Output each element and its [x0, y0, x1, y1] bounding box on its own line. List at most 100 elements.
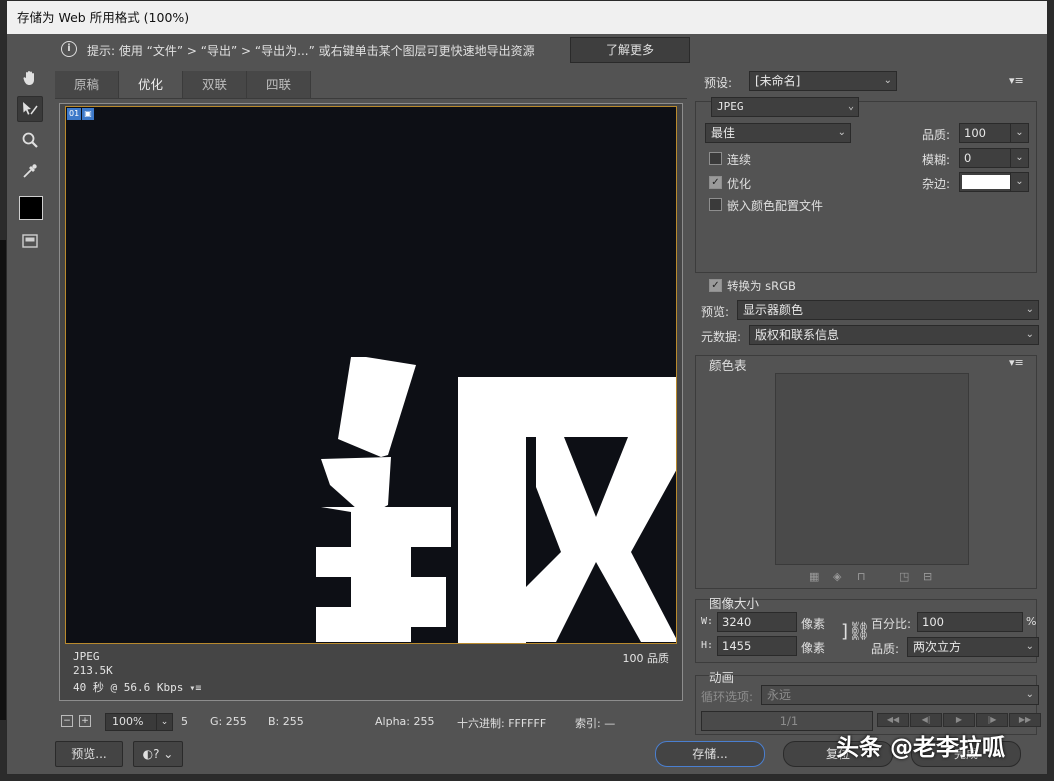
info-bar: i 提示: 使用 “文件” > “导出” > “导出为...” 或右键单击某个图…	[15, 37, 1041, 63]
status-bar: − + 100% ⌄ 5 G: 255 B: 255 Alpha: 255 十六…	[55, 711, 687, 733]
height-field[interactable]: 1455	[717, 636, 797, 656]
next-frame-icon[interactable]: |▶	[976, 713, 1008, 727]
chevron-down-icon: ⌄	[163, 747, 174, 761]
image-preview-canvas[interactable]: 01 ▣	[65, 106, 677, 644]
learn-more-button[interactable]: 了解更多	[570, 37, 690, 63]
info-download-time: 40 秒 @ 56.6 Kbps ▾≡	[73, 681, 202, 694]
chevron-down-icon: ⌄	[1010, 124, 1028, 142]
color-table-title: 颜色表	[709, 358, 747, 373]
watermark: 头条 @老李拉呱	[836, 735, 1006, 761]
info-file-size: 213.5K	[73, 664, 113, 677]
zoom-tool[interactable]	[17, 127, 43, 153]
browser-preview-button[interactable]: ◐? ⌄	[133, 741, 183, 767]
loop-label: 循环选项:	[701, 690, 754, 704]
magnifier-icon	[22, 132, 38, 148]
width-field[interactable]: 3240	[717, 612, 797, 632]
preview-button[interactable]: 预览...	[55, 741, 123, 767]
link-icon[interactable]: ]⛓	[841, 621, 871, 642]
width-label: W:	[701, 616, 714, 627]
info-text: 提示: 使用 “文件” > “导出” > “导出为...” 或右键单击某个图层可…	[87, 44, 535, 58]
preset-select[interactable]: [未命名] ⌄	[749, 71, 897, 91]
chevron-down-icon: ⌄	[1025, 689, 1034, 700]
chevron-down-icon: ⌄	[1010, 149, 1028, 167]
zoom-level-select[interactable]: 100% ⌄	[105, 713, 173, 731]
quality-label: 品质:	[922, 128, 951, 142]
save-button[interactable]: 存储...	[655, 741, 765, 767]
percent-field[interactable]: 100	[917, 612, 1023, 632]
lock-icon[interactable]: ⊓	[857, 571, 871, 583]
chevron-down-icon: ⌄	[1025, 304, 1034, 315]
chevron-down-icon: ⌄	[1025, 329, 1034, 340]
animation-title: 动画	[709, 670, 735, 685]
blur-label: 模糊:	[922, 153, 951, 167]
chevron-down-icon: ⌄	[156, 714, 172, 730]
width-unit: 像素	[801, 617, 826, 631]
first-frame-icon[interactable]: ◀◀	[877, 713, 909, 727]
info-format: JPEG	[73, 650, 100, 663]
metadata-select[interactable]: 版权和联系信息 ⌄	[749, 325, 1039, 345]
slices-icon	[22, 234, 38, 248]
convert-srgb-label: 转换为 sRGB	[727, 279, 796, 293]
format-select[interactable]: JPEG ⌄	[711, 97, 859, 117]
embed-profile-label: 嵌入颜色配置文件	[727, 199, 824, 213]
preset-menu-icon[interactable]: ▾≡	[1009, 74, 1024, 87]
tool-palette	[17, 65, 45, 259]
color-table-menu-icon[interactable]: ▾≡	[1009, 356, 1024, 369]
preview-frame: 01 ▣ JPEG 213.5K 40 秒 @ 56.6 Kbps ▾≡ 100 …	[59, 103, 683, 701]
chevron-down-icon: ⌄	[837, 127, 846, 138]
preview-info: JPEG 213.5K 40 秒 @ 56.6 Kbps ▾≡ 100 品质	[65, 646, 677, 698]
progressive-checkbox[interactable]	[709, 152, 722, 165]
tab-optimized[interactable]: 优化	[119, 71, 183, 99]
eyedropper-color-swatch[interactable]	[19, 196, 43, 220]
status-r: 5	[181, 715, 188, 728]
compression-select[interactable]: 最佳 ⌄	[705, 123, 851, 143]
chevron-down-icon: ⌄	[1025, 641, 1034, 652]
optimized-checkbox[interactable]: ✓	[709, 176, 722, 189]
embed-profile-checkbox[interactable]	[709, 198, 722, 211]
animation-controls: ◀◀ ◀| ▶ |▶ ▶▶	[877, 713, 1042, 727]
save-for-web-dialog: 存储为 Web 所用格式 (100%) i 提示: 使用 “文件” > “导出”…	[6, 0, 1048, 775]
matte-select[interactable]: ⌄	[959, 172, 1029, 192]
optimized-label: 优化	[727, 177, 752, 191]
image-icon: ▣	[82, 108, 94, 120]
resample-select[interactable]: 两次立方 ⌄	[907, 637, 1039, 657]
eyedropper-tool[interactable]	[17, 158, 43, 184]
web-snap-icon[interactable]: ▦	[809, 571, 823, 583]
matte-label: 杂边:	[922, 177, 951, 191]
status-b: B: 255	[268, 715, 304, 728]
percent-unit: %	[1026, 615, 1037, 628]
preview-color-select[interactable]: 显示器颜色 ⌄	[737, 300, 1039, 320]
last-frame-icon[interactable]: ▶▶	[1009, 713, 1041, 727]
tab-2-up[interactable]: 双联	[183, 71, 247, 99]
prev-frame-icon[interactable]: ◀|	[910, 713, 942, 727]
cube-icon[interactable]: ◈	[833, 571, 847, 583]
status-index: 索引: —	[575, 717, 616, 730]
hand-icon	[23, 71, 34, 85]
convert-srgb-checkbox[interactable]: ✓	[709, 279, 722, 292]
zoom-out-button[interactable]: −	[61, 715, 73, 727]
slice-number: 01	[67, 108, 82, 120]
loop-select[interactable]: 永远 ⌄	[761, 685, 1039, 705]
status-alpha: Alpha: 255	[375, 715, 435, 728]
preset-label: 预设:	[704, 76, 733, 90]
tab-4-up[interactable]: 四联	[247, 71, 311, 99]
matte-color-swatch	[962, 175, 1010, 189]
zoom-in-button[interactable]: +	[79, 715, 91, 727]
slice-select-tool[interactable]	[17, 96, 43, 122]
hand-tool[interactable]	[17, 65, 43, 91]
play-icon[interactable]: ▶	[943, 713, 975, 727]
menu-icon[interactable]: ▾≡	[189, 683, 201, 694]
tab-original[interactable]: 原稿	[55, 71, 119, 99]
quality-field[interactable]: 100 ⌄	[959, 123, 1029, 143]
blur-field[interactable]: 0 ⌄	[959, 148, 1029, 168]
new-color-icon[interactable]: ◳	[899, 571, 913, 583]
trash-icon[interactable]: ⊟	[923, 571, 937, 583]
color-table[interactable]	[775, 373, 969, 565]
info-icon: i	[61, 41, 77, 57]
preview-label: 预览:	[701, 305, 730, 319]
metadata-label: 元数据:	[701, 330, 742, 344]
dialog-title: 存储为 Web 所用格式 (100%)	[7, 1, 1047, 34]
toggle-slices-visibility[interactable]	[17, 228, 43, 254]
chevron-down-icon: ⌄	[847, 101, 854, 112]
eyedropper-icon	[23, 164, 37, 178]
